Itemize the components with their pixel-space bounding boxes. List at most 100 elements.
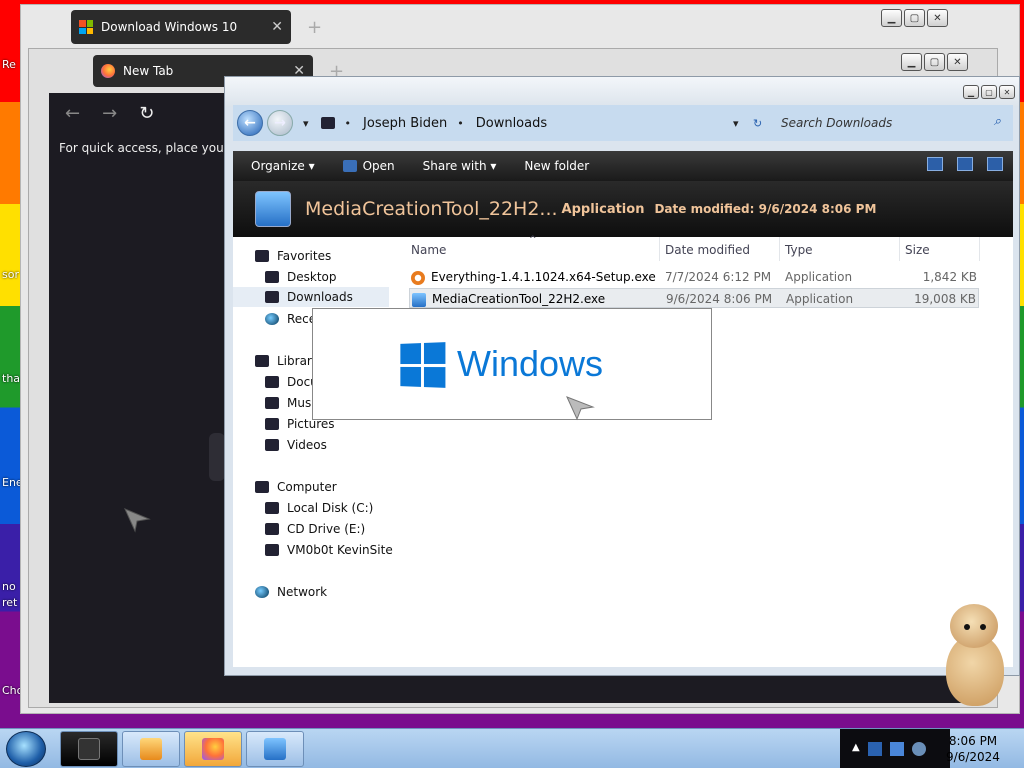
file-name: Everything-1.4.1.1024.x64-Setup.exe [411, 270, 656, 285]
nav-label: Network [277, 585, 328, 599]
recent-pages-dropdown[interactable]: ▾ [303, 117, 309, 130]
tray-app-icon[interactable] [867, 742, 882, 756]
back-button[interactable]: ← [237, 110, 263, 136]
open-button[interactable]: Open [342, 159, 395, 173]
windows-logo-icon [400, 342, 446, 388]
taskbar-app-media-player[interactable] [122, 731, 180, 767]
address-dropdown-icon[interactable]: ▾ [733, 117, 739, 130]
address-bar: ← → ▾ • Joseph Biden • Downloads ▾ ↻ Sea… [233, 105, 1013, 141]
nav-label: Computer [277, 480, 337, 494]
open-label: Open [362, 159, 395, 173]
sort-ascending-icon: ^ [529, 235, 537, 245]
maximize-button[interactable]: ▢ [924, 53, 945, 71]
nav-favorites[interactable]: Favorites [255, 249, 331, 263]
nav-videos[interactable]: Videos [265, 438, 327, 452]
show-hidden-icons[interactable]: ▲ [852, 742, 860, 756]
explorer-content: Favorites Desktop Downloads Recen Librar… [233, 235, 1013, 667]
nav-cd-drive[interactable]: CD Drive (E:) [265, 522, 365, 536]
star-icon [255, 250, 269, 262]
hamster-mascot[interactable] [936, 600, 1008, 710]
minimize-button[interactable]: ▁ [901, 53, 922, 71]
new-tab-button[interactable]: + [307, 17, 322, 38]
maximize-button[interactable]: ▢ [981, 85, 997, 99]
window-caption-buttons: ▁ ▢ ✕ [963, 85, 1015, 99]
tab-close-button[interactable]: ✕ [271, 19, 283, 35]
media-creation-tool-icon [412, 292, 426, 307]
nav-documents[interactable]: Docu [265, 375, 318, 389]
recent-places-icon [265, 313, 279, 325]
forward-button[interactable]: → [102, 103, 117, 124]
file-row-selected[interactable]: MediaCreationTool_22H2.exe 9/6/2024 8:06… [409, 288, 979, 308]
column-divider[interactable] [979, 237, 980, 261]
taskbar-app-explorer[interactable] [246, 731, 304, 767]
file-size: 19,008 KB [914, 292, 976, 306]
navigation-pane: Favorites Desktop Downloads Recen Librar… [233, 237, 401, 667]
share-with-button[interactable]: Share with ▾ [423, 159, 497, 173]
desktop-icon-label[interactable]: tha [2, 372, 20, 385]
folder-icon [320, 117, 335, 129]
music-icon [265, 397, 279, 409]
reload-button[interactable]: ↻ [139, 103, 154, 124]
column-date-modified[interactable]: Date modified [665, 243, 750, 257]
column-divider[interactable] [659, 237, 660, 261]
search-box[interactable]: Search Downloads ⌕ [773, 110, 1009, 136]
column-size[interactable]: Size [905, 243, 930, 257]
file-date: 9/6/2024 8:06 PM [666, 292, 773, 306]
close-button[interactable]: ✕ [947, 53, 968, 71]
nav-label: Desktop [287, 270, 337, 284]
details-type: Application [561, 201, 645, 217]
minimize-button[interactable]: ▁ [881, 9, 902, 27]
taskbar-app-firefox[interactable] [184, 731, 242, 767]
close-button[interactable]: ✕ [927, 9, 948, 27]
preview-pane-icon[interactable] [957, 157, 973, 171]
cd-drive-icon [265, 523, 279, 535]
system-clock[interactable]: 8:06 PM 9/6/2024 [930, 733, 1016, 765]
sidebar-handle[interactable] [209, 433, 225, 481]
tab-download-windows-10[interactable]: Download Windows 10 ✕ [71, 10, 291, 44]
search-placeholder: Search Downloads [781, 116, 893, 130]
column-type[interactable]: Type [785, 243, 813, 257]
command-bar: Organize ▾ Open Share with ▾ New folder [233, 151, 1013, 181]
nav-network-share[interactable]: VM0b0t KevinSite [265, 543, 393, 557]
hard-drive-icon [265, 502, 279, 514]
breadcrumb-joseph-biden[interactable]: Joseph Biden [363, 116, 447, 131]
forward-button[interactable]: → [267, 110, 293, 136]
column-divider[interactable] [779, 237, 780, 261]
maximize-button[interactable]: ▢ [904, 9, 925, 27]
nav-local-disk[interactable]: Local Disk (C:) [265, 501, 373, 515]
start-button[interactable] [6, 731, 46, 767]
breadcrumb-separator: • [344, 116, 352, 130]
breadcrumb-downloads[interactable]: Downloads [476, 116, 547, 131]
network-icon[interactable] [889, 742, 904, 756]
column-divider[interactable] [899, 237, 900, 261]
desktop-icon-label[interactable]: Re [2, 58, 16, 71]
close-button[interactable]: ✕ [999, 85, 1015, 99]
help-icon[interactable] [987, 157, 1003, 171]
desktop-icon-label[interactable]: no [2, 580, 16, 593]
nav-desktop[interactable]: Desktop [265, 270, 337, 284]
computer-icon [78, 738, 100, 760]
search-icon[interactable]: ⌕ [994, 114, 1001, 129]
nav-network[interactable]: Network [255, 585, 327, 599]
nav-computer[interactable]: Computer [255, 480, 337, 494]
nav-downloads[interactable]: Downloads [233, 287, 389, 307]
media-player-icon [140, 738, 162, 760]
file-row[interactable]: Everything-1.4.1.1024.x64-Setup.exe 7/7/… [409, 267, 979, 287]
new-folder-button[interactable]: New folder [524, 159, 589, 173]
desktop-icon [265, 271, 279, 283]
refresh-icon[interactable]: ↻ [753, 117, 762, 130]
mouse-cursor-icon [124, 508, 151, 533]
change-view-icon[interactable] [927, 157, 943, 171]
column-name[interactable]: Name [411, 243, 446, 257]
desktop-icon-label[interactable]: sor [2, 268, 19, 281]
nav-label: Downloads [287, 290, 353, 304]
back-button[interactable]: ← [65, 103, 80, 124]
organize-button[interactable]: Organize ▾ [251, 159, 315, 173]
taskbar: ▲ 8:06 PM 9/6/2024 [0, 728, 1024, 768]
desktop-icon-label[interactable]: ret [2, 596, 17, 609]
volume-icon[interactable] [911, 742, 926, 756]
application-icon [255, 191, 291, 227]
taskbar-app-computer[interactable] [60, 731, 118, 767]
tab-title: New Tab [123, 64, 174, 78]
minimize-button[interactable]: ▁ [963, 85, 979, 99]
